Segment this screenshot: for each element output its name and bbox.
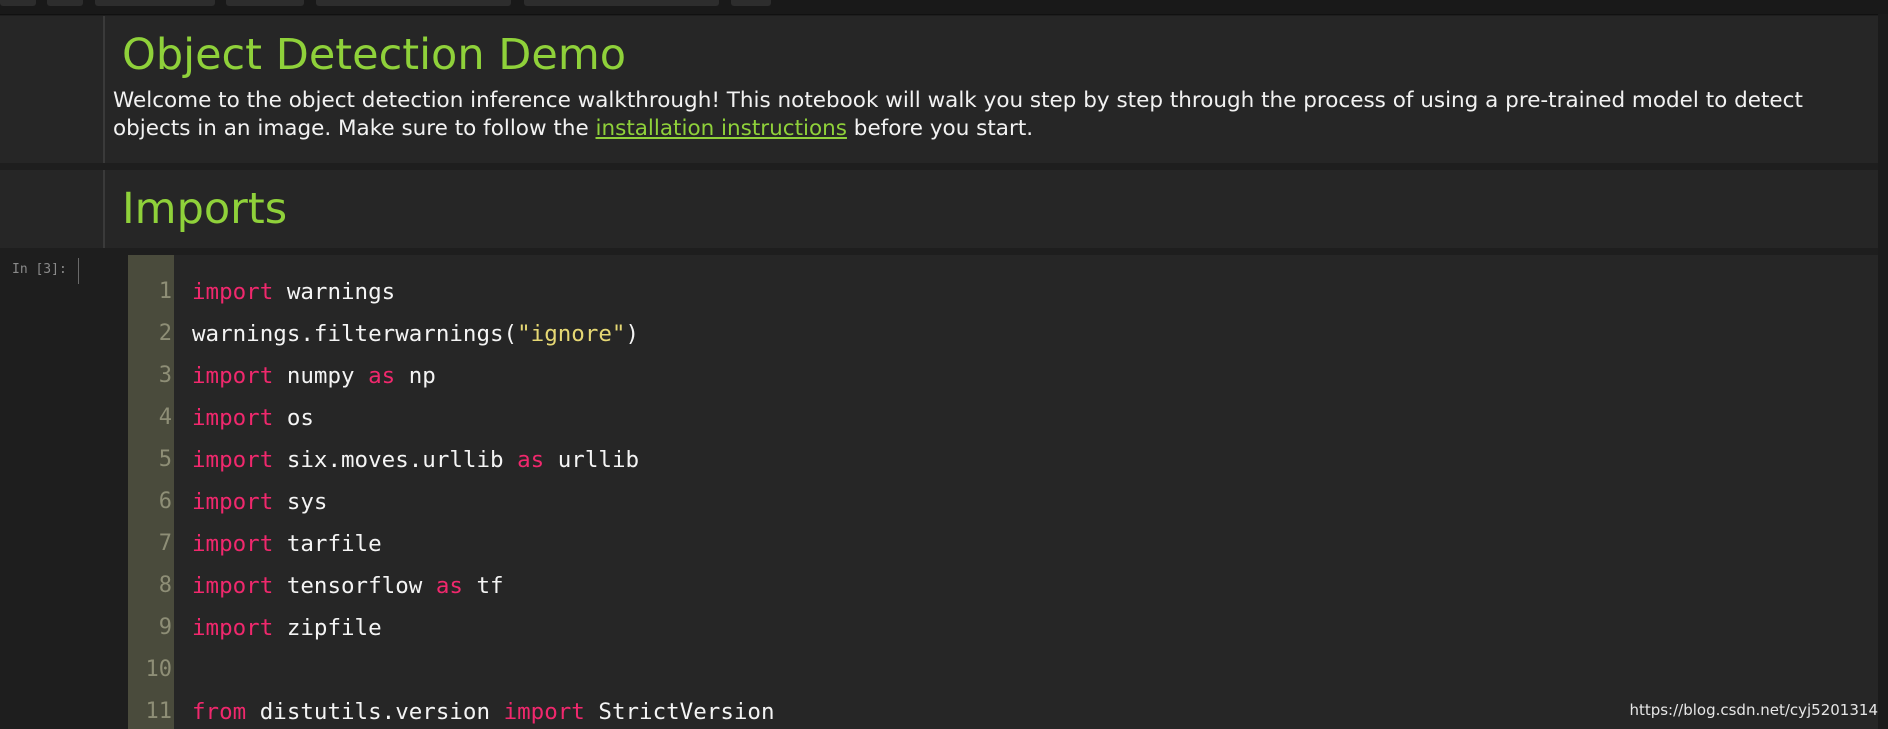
- line-number: 1: [158, 279, 172, 304]
- line-number: 9: [158, 615, 172, 640]
- line-number: 10: [145, 657, 173, 682]
- line-number: 2: [158, 321, 172, 346]
- markdown-cell-intro[interactable]: Object Detection Demo Welcome to the obj…: [0, 16, 1878, 163]
- code-line: import zipfile: [192, 617, 382, 640]
- code-keyword: as: [517, 447, 545, 473]
- code-keyword: import: [192, 405, 274, 431]
- code-token: zipfile: [273, 615, 382, 641]
- code-token: ): [625, 321, 640, 347]
- code-line: import tarfile: [192, 533, 382, 556]
- line-number: 7: [158, 531, 172, 556]
- installation-instructions-link[interactable]: installation instructions: [596, 116, 847, 141]
- toolbar-button[interactable]: [95, 0, 215, 6]
- code-keyword: import: [192, 363, 274, 389]
- toolbar-button[interactable]: [0, 0, 36, 6]
- code-token: numpy: [273, 363, 369, 389]
- code-token: os: [273, 405, 314, 431]
- code-keyword: import: [503, 699, 585, 725]
- code-token: warnings: [273, 279, 396, 305]
- code-token: urllib: [544, 447, 640, 473]
- code-line: import numpy as np: [192, 365, 436, 388]
- code-string: "ignore": [517, 321, 626, 347]
- code-keyword: import: [192, 531, 274, 557]
- intro-text-end: before you start.: [846, 116, 1034, 141]
- watermark: https://blog.csdn.net/cyj5201314: [1629, 701, 1878, 719]
- vertical-scrollbar[interactable]: [1878, 14, 1888, 729]
- code-line: warnings.filterwarnings("ignore"): [192, 323, 639, 346]
- code-keyword: import: [192, 573, 274, 599]
- toolbar-button[interactable]: [524, 0, 719, 6]
- code-keyword: import: [192, 447, 274, 473]
- intro-paragraph: Welcome to the object detection inferenc…: [113, 87, 1873, 143]
- code-line: import warnings: [192, 281, 395, 304]
- line-number: 11: [145, 699, 173, 724]
- code-keyword: from: [192, 699, 247, 725]
- code-line: import os: [192, 407, 314, 430]
- toolbar-button[interactable]: [226, 0, 304, 6]
- cell-border: [103, 16, 105, 163]
- code-token: tensorflow: [273, 573, 436, 599]
- line-number: 4: [158, 405, 172, 430]
- toolbar-button[interactable]: [316, 0, 511, 6]
- notebook-toolbar: [0, 0, 1888, 15]
- code-keyword: import: [192, 279, 274, 305]
- code-token: StrictVersion: [584, 699, 775, 725]
- code-token: warnings.filterwarnings(: [192, 321, 518, 347]
- cell-border: [103, 170, 105, 248]
- code-line: import sys: [192, 491, 327, 514]
- code-token: sys: [273, 489, 328, 515]
- markdown-cell-imports[interactable]: Imports: [0, 170, 1878, 248]
- toolbar-button[interactable]: [47, 0, 83, 6]
- code-token: np: [395, 363, 436, 389]
- cell-prompt: In [3]:: [12, 262, 67, 277]
- line-number: 8: [158, 573, 172, 598]
- notebook-title: Object Detection Demo: [122, 30, 627, 80]
- code-line: from distutils.version import StrictVers…: [192, 701, 775, 724]
- code-keyword: as: [368, 363, 396, 389]
- line-number: 3: [158, 363, 172, 388]
- code-keyword: as: [435, 573, 463, 599]
- toolbar-button[interactable]: [731, 0, 771, 6]
- code-keyword: import: [192, 489, 274, 515]
- code-token: tarfile: [273, 531, 382, 557]
- code-line: import tensorflow as tf: [192, 575, 504, 598]
- line-number: 5: [158, 447, 172, 472]
- imports-heading: Imports: [122, 184, 288, 234]
- code-token: tf: [462, 573, 504, 599]
- code-keyword: import: [192, 615, 274, 641]
- code-token: distutils.version: [246, 699, 504, 725]
- prompt-divider: [78, 258, 79, 284]
- line-number: 6: [158, 489, 172, 514]
- code-line: import six.moves.urllib as urllib: [192, 449, 639, 472]
- code-token: six.moves.urllib: [273, 447, 518, 473]
